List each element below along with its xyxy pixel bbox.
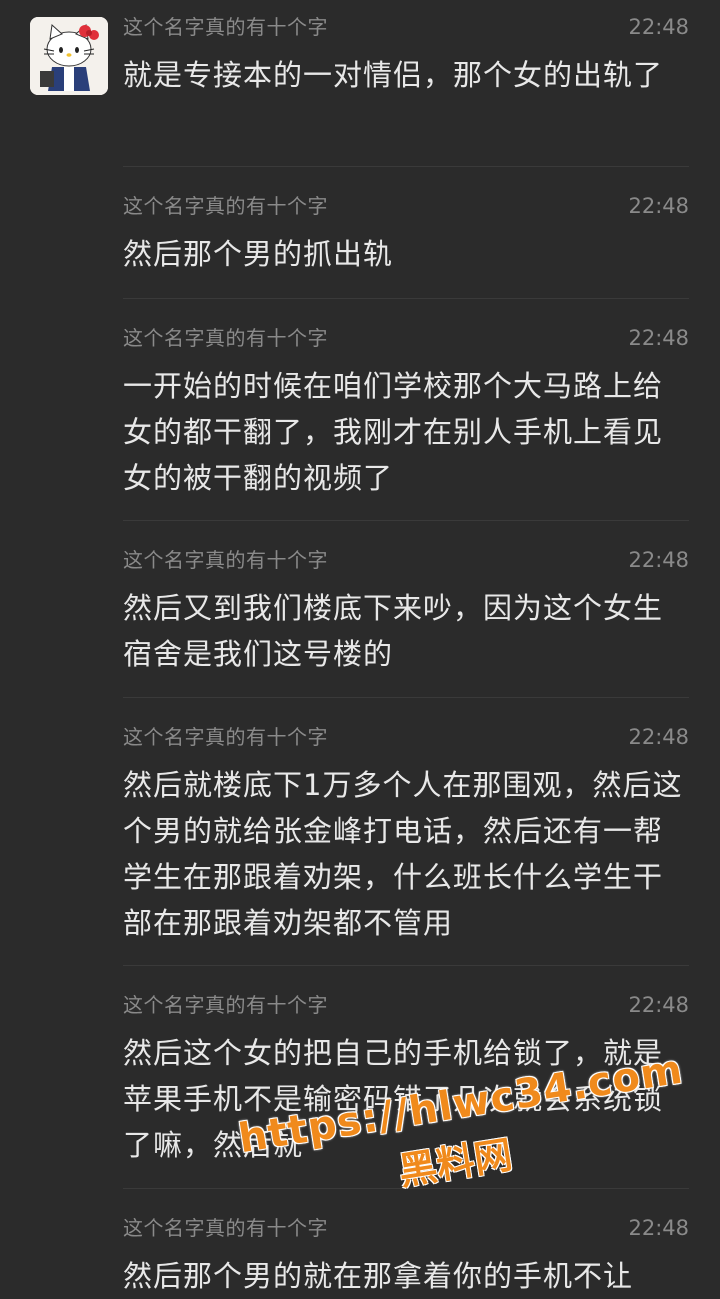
message-item[interactable]: 这个名字真的有十个字 22:48 就是专接本的一对情侣，那个女的出轨了: [123, 12, 689, 98]
message-item[interactable]: 这个名字真的有十个字 22:48 然后那个男的抓出轨: [123, 166, 689, 277]
sender-name: 这个名字真的有十个字: [123, 326, 328, 350]
sender-name: 这个名字真的有十个字: [123, 725, 328, 749]
message-item[interactable]: 这个名字真的有十个字 22:48 然后又到我们楼底下来吵，因为这个女生宿舍是我们…: [123, 520, 689, 677]
message-text: 然后就楼底下1万多个人在那围观，然后这个男的就给张金峰打电话，然后还有一帮学生在…: [123, 768, 683, 940]
message-text: 就是专接本的一对情侣，那个女的出轨了: [123, 58, 664, 92]
message-meta: 这个名字真的有十个字 22:48: [123, 323, 689, 353]
sender-name: 这个名字真的有十个字: [123, 194, 328, 218]
message-time: 22:48: [628, 993, 689, 1017]
message-text: 然后又到我们楼底下来吵，因为这个女生宿舍是我们这号楼的: [123, 591, 664, 671]
sender-name: 这个名字真的有十个字: [123, 548, 328, 572]
message-text: 然后那个男的抓出轨: [123, 237, 394, 271]
hello-kitty-avatar-icon: [30, 17, 108, 95]
message-meta: 这个名字真的有十个字 22:48: [123, 545, 689, 575]
sender-name: 这个名字真的有十个字: [123, 15, 328, 39]
message-item[interactable]: 这个名字真的有十个字 22:48 然后就楼底下1万多个人在那围观，然后这个男的就…: [123, 697, 689, 946]
message-time: 22:48: [628, 194, 689, 218]
message-meta: 这个名字真的有十个字 22:48: [123, 722, 689, 752]
message-time: 22:48: [628, 15, 689, 39]
message-meta: 这个名字真的有十个字 22:48: [123, 191, 689, 221]
message-text: 然后那个男的就在那拿着你的手机不让: [123, 1259, 634, 1293]
message-time: 22:48: [628, 548, 689, 572]
message-meta: 这个名字真的有十个字 22:48: [123, 12, 689, 42]
message-time: 22:48: [628, 326, 689, 350]
message-item[interactable]: 这个名字真的有十个字 22:48 一开始的时候在咱们学校那个大马路上给女的都干翻…: [123, 298, 689, 501]
message-time: 22:48: [628, 1216, 689, 1240]
user-avatar[interactable]: [30, 17, 108, 95]
message-meta: 这个名字真的有十个字 22:48: [123, 990, 689, 1020]
sender-name: 这个名字真的有十个字: [123, 993, 328, 1017]
message-time: 22:48: [628, 725, 689, 749]
message-text: 一开始的时候在咱们学校那个大马路上给女的都干翻了，我刚才在别人手机上看见女的被干…: [123, 369, 664, 495]
